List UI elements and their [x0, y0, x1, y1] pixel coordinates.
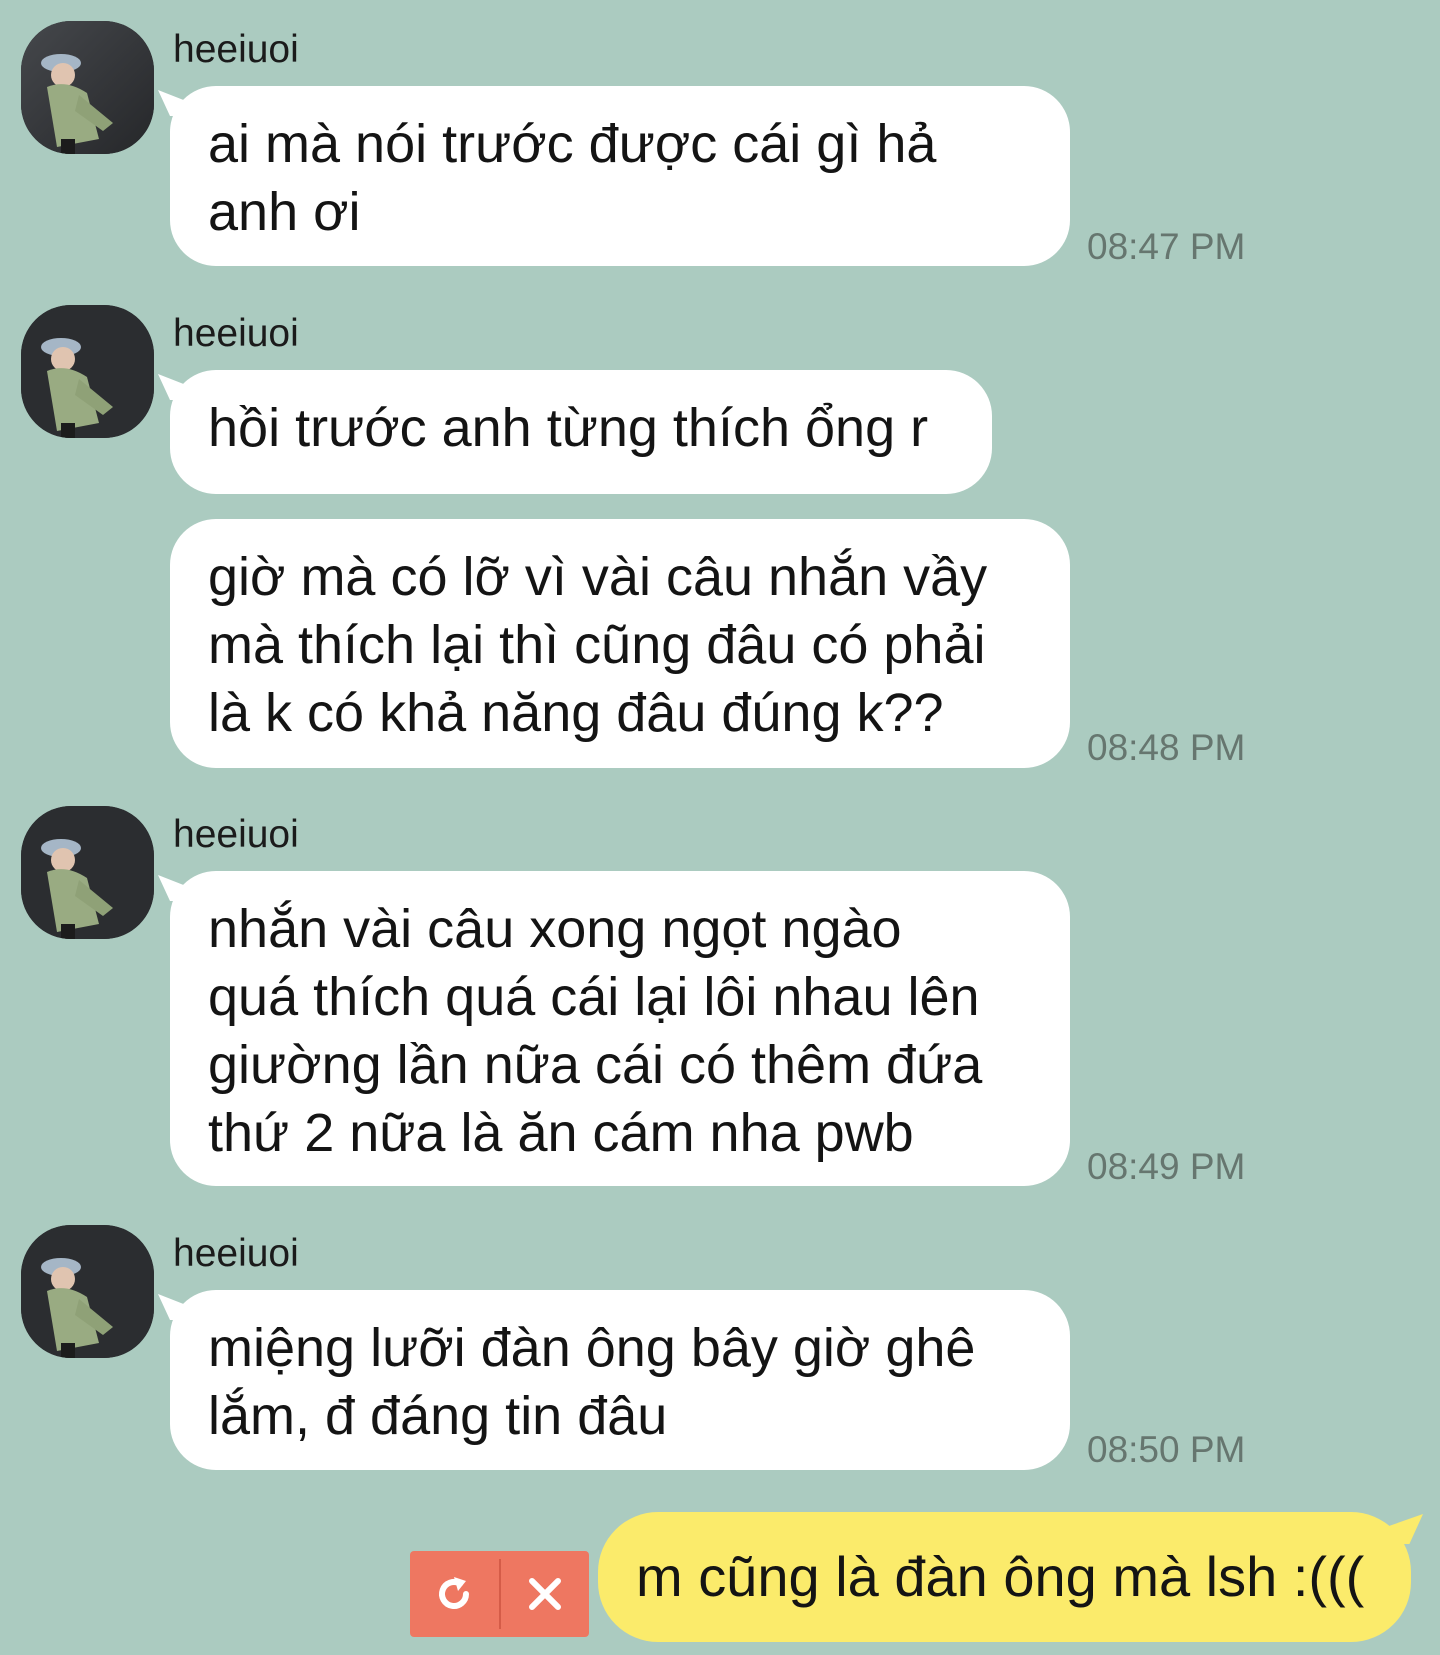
delete-button[interactable] — [501, 1551, 590, 1637]
failed-message-actions — [410, 1551, 589, 1637]
message-text-line: nhắn vài câu xong ngọt ngào — [208, 899, 902, 959]
message-text-line: ai mà nói trước được cái gì hả — [208, 114, 937, 174]
message-text-line: thứ 2 nữa là ăn cám nha pwb — [208, 1103, 914, 1163]
avatar[interactable] — [21, 305, 154, 438]
incoming-message-bubble[interactable]: giờ mà có lỡ vì vài câu nhắn vầy mà thíc… — [170, 519, 1070, 768]
message-text-line: giường lần nữa cái có thêm đứa — [208, 1035, 983, 1095]
message-timestamp: 08:47 PM — [1087, 226, 1246, 267]
message-text-line: giờ mà có lỡ vì vài câu nhắn vầy — [208, 547, 988, 607]
message-text-line: anh ơi — [208, 182, 361, 242]
avatar-photo — [21, 21, 154, 154]
avatar[interactable] — [21, 21, 154, 154]
sender-name: heeiuoi — [173, 813, 299, 856]
message-text-line: lắm, đ đáng tin đâu — [208, 1386, 668, 1446]
retry-icon — [439, 1577, 470, 1609]
message-timestamp: 08:48 PM — [1087, 727, 1246, 768]
incoming-message-bubble[interactable]: miệng lưỡi đàn ông bây giờ ghê lắm, đ đá… — [170, 1290, 1070, 1470]
close-icon — [528, 1578, 561, 1610]
avatar[interactable] — [21, 806, 154, 939]
incoming-message-bubble[interactable]: hồi trước anh từng thích ổng r — [170, 370, 992, 494]
outgoing-message-bubble[interactable]: m cũng là đàn ông mà lsh :((( — [598, 1512, 1411, 1642]
message-text-line: hồi trước anh từng thích ổng r — [208, 398, 929, 458]
avatar-photo — [21, 806, 154, 939]
retry-button[interactable] — [410, 1551, 499, 1637]
avatar[interactable] — [21, 1225, 154, 1358]
sender-name: heeiuoi — [173, 28, 299, 71]
message-text-line: miệng lưỡi đàn ông bây giờ ghê — [208, 1318, 976, 1378]
avatar-photo — [21, 305, 154, 438]
avatar-photo — [21, 1225, 154, 1358]
message-timestamp: 08:49 PM — [1087, 1146, 1246, 1187]
sender-name: heeiuoi — [173, 1232, 299, 1275]
message-timestamp: 08:50 PM — [1087, 1429, 1246, 1470]
sender-name: heeiuoi — [173, 312, 299, 355]
message-text-line: mà thích lại thì cũng đâu có phải — [208, 615, 986, 675]
message-text-line: là k có khả năng đâu đúng k?? — [208, 683, 944, 743]
message-text-line: quá thích quá cái lại lôi nhau lên — [208, 967, 980, 1027]
incoming-message-bubble[interactable]: ai mà nói trước được cái gì hả anh ơi — [170, 86, 1070, 266]
message-text: m cũng là đàn ông mà lsh :((( — [636, 1545, 1365, 1608]
incoming-message-bubble[interactable]: nhắn vài câu xong ngọt ngào quá thích qu… — [170, 871, 1070, 1186]
